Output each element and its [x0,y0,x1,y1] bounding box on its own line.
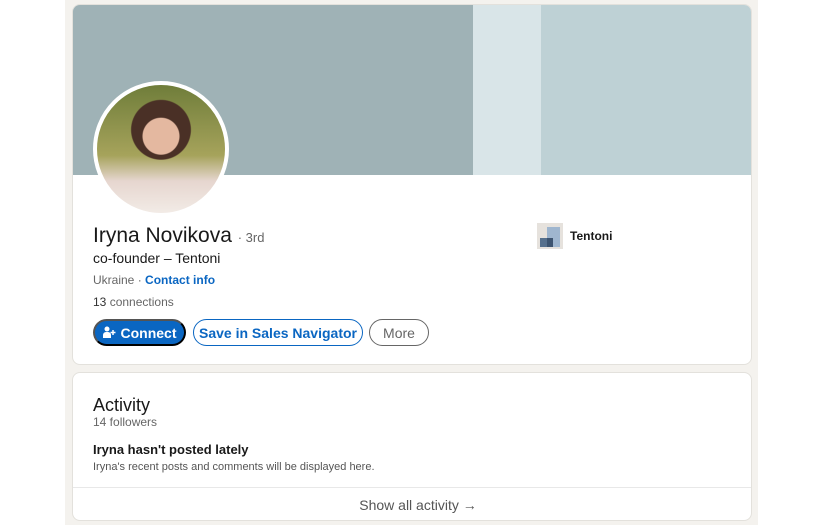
company-logo [537,223,563,249]
connect-label: Connect [120,324,177,341]
empty-activity-title: Iryna hasn't posted lately [93,442,249,457]
activity-card: Activity 14 followers Iryna hasn't poste… [72,372,752,521]
avatar[interactable] [93,81,229,217]
add-person-icon [102,325,116,341]
empty-activity-text: Iryna's recent posts and comments will b… [93,461,375,473]
separator: · [134,273,146,287]
current-company[interactable]: Tentoni [537,223,612,249]
save-sales-navigator-button[interactable]: Save in Sales Navigator [193,319,363,346]
connections-count: 13 [93,295,107,309]
contact-info-link[interactable]: Contact info [145,273,215,287]
profile-name-row: Iryna Novikova · 3rd [93,224,264,248]
activity-title: Activity [93,395,151,415]
connection-degree: · 3rd [237,230,265,245]
followers-count: 14 followers [93,415,158,429]
connections-label: connections [106,295,174,309]
profile-card: Iryna Novikova · 3rd co-founder – Tenton… [72,4,752,365]
headline: co-founder – Tentoni [93,250,221,266]
location-row: Ukraine · Contact info [93,273,215,287]
show-all-activity-button[interactable]: Show all activity → [73,487,751,520]
connections[interactable]: 13 connections [93,295,174,309]
more-button[interactable]: More [369,319,429,346]
location: Ukraine [93,273,135,287]
company-name: Tentoni [570,229,613,243]
profile-name: Iryna Novikova [93,224,232,247]
connect-button[interactable]: Connect [93,319,186,346]
